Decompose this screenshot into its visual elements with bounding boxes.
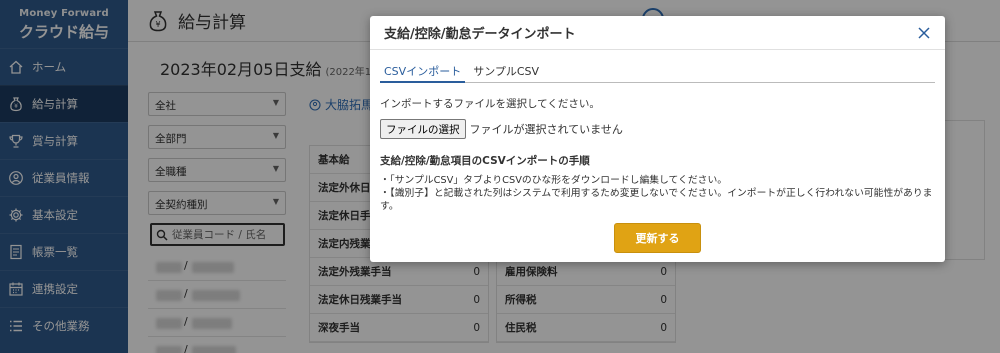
procedure-item: ・「サンプルCSV」タブよりCSVのひな形をダウンロードし編集してください。	[380, 175, 728, 186]
dialog-header: 支給/控除/勤怠データインポート	[370, 16, 945, 50]
procedure-list: ・「サンプルCSV」タブよりCSVのひな形をダウンロードし編集してください。 ・…	[380, 174, 945, 213]
choose-file-button[interactable]: ファイルの選択	[380, 119, 466, 139]
instruction-text: インポートするファイルを選択してください。	[380, 98, 600, 110]
import-tabs: CSVインポート サンプルCSV	[380, 61, 935, 83]
close-icon[interactable]	[917, 26, 931, 40]
file-picker: ファイルの選択 ファイルが選択されていません	[380, 119, 623, 139]
procedure-title: 支給/控除/勤怠項目のCSVインポートの手順	[380, 155, 590, 167]
update-button[interactable]: 更新する	[614, 223, 701, 253]
tab-csv-import[interactable]: CSVインポート	[380, 61, 466, 83]
dialog-title: 支給/控除/勤怠データインポート	[384, 27, 576, 42]
file-status: ファイルが選択されていません	[469, 123, 623, 136]
import-dialog: 支給/控除/勤怠データインポート CSVインポート サンプルCSV インポートす…	[370, 16, 945, 262]
tab-sample-csv[interactable]: サンプルCSV	[469, 61, 543, 82]
procedure-item: ・【識別子】と記載された列はシステムで利用するため変更しないでください。インポー…	[380, 188, 933, 212]
